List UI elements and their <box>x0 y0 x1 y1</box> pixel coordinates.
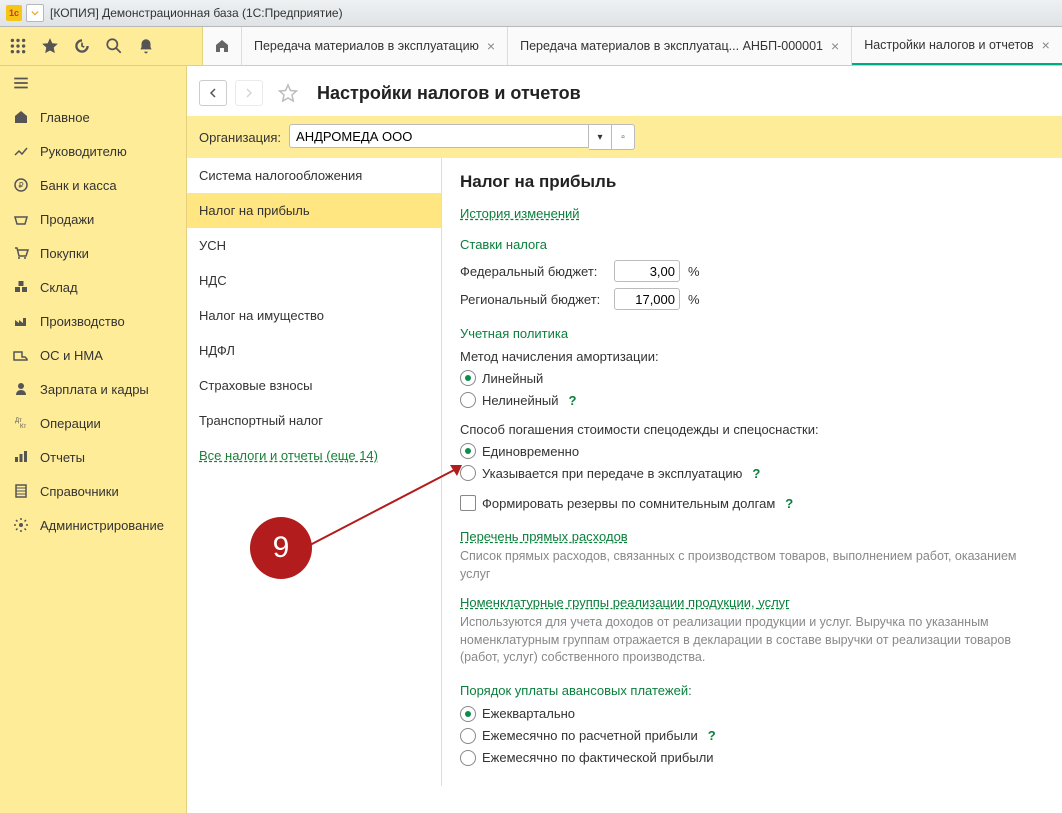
bell-icon[interactable] <box>136 36 156 56</box>
sidebar-item-reference[interactable]: Справочники <box>0 474 186 508</box>
percent-sign: % <box>688 264 700 279</box>
spec-label: Способ погашения стоимости спецодежды и … <box>460 422 1044 437</box>
apps-grid-icon[interactable] <box>8 36 28 56</box>
policy-section-title: Учетная политика <box>460 326 1044 341</box>
annotation-arrow <box>300 460 470 555</box>
sidebar-item-main[interactable]: Главное <box>0 100 186 134</box>
sidebar-item-salary[interactable]: Зарплата и кадры <box>0 372 186 406</box>
radio-monthly-est[interactable] <box>460 728 476 744</box>
back-button[interactable] <box>199 80 227 106</box>
chart-icon <box>12 142 30 160</box>
window-title: [КОПИЯ] Демонстрационная база (1С:Предпр… <box>50 6 343 20</box>
app-logo-icon: 1c <box>6 5 22 21</box>
burger-icon[interactable] <box>0 66 186 100</box>
nomenclature-link[interactable]: Номенклатурные группы реализации продукц… <box>460 595 790 610</box>
sidebar-item-bank[interactable]: ₽Банк и касса <box>0 168 186 202</box>
forward-button[interactable] <box>235 80 263 106</box>
book-icon <box>12 482 30 500</box>
settings-item-usn[interactable]: УСН <box>187 228 441 263</box>
radio-monthly-act[interactable] <box>460 750 476 766</box>
page-title: Настройки налогов и отчетов <box>317 83 581 104</box>
settings-item-profit-tax[interactable]: Налог на прибыль <box>187 193 441 228</box>
organization-input[interactable] <box>289 124 589 148</box>
open-button[interactable]: ▫ <box>612 124 635 150</box>
content-area: Настройки налогов и отчетов Организация:… <box>187 66 1062 813</box>
tab-tax-settings[interactable]: Настройки налогов и отчетов× <box>852 27 1062 65</box>
svg-text:₽: ₽ <box>18 181 23 190</box>
panel-title: Налог на прибыль <box>460 172 1044 192</box>
sidebar-item-purchases[interactable]: Покупки <box>0 236 186 270</box>
favorite-icon[interactable] <box>277 82 299 104</box>
settings-item-property-tax[interactable]: Налог на имущество <box>187 298 441 333</box>
history-link[interactable]: История изменений <box>460 206 580 221</box>
main-toolbar: Передача материалов в эксплуатацию× Пере… <box>0 27 1062 66</box>
sidebar-item-warehouse[interactable]: Склад <box>0 270 186 304</box>
cart-icon <box>12 244 30 262</box>
federal-input[interactable] <box>614 260 680 282</box>
tab-materials-transfer-doc[interactable]: Передача материалов в эксплуатац... АНБП… <box>508 27 852 65</box>
ops-icon: ДтКт <box>12 414 30 432</box>
search-icon[interactable] <box>104 36 124 56</box>
nomenclature-desc: Используются для учета доходов от реализ… <box>460 614 1044 667</box>
svg-text:Кт: Кт <box>20 424 26 430</box>
sidebar-item-assets[interactable]: ОС и НМА <box>0 338 186 372</box>
regional-label: Региональный бюджет: <box>460 292 606 307</box>
organization-label: Организация: <box>199 130 281 145</box>
help-icon[interactable]: ? <box>752 466 760 481</box>
direct-expenses-link[interactable]: Перечень прямых расходов <box>460 529 628 544</box>
toolbar-icons <box>0 27 203 65</box>
gear-icon <box>12 516 30 534</box>
close-icon[interactable]: × <box>487 38 495 54</box>
radio-once[interactable] <box>460 443 476 459</box>
basket-icon <box>12 210 30 228</box>
page-header: Настройки налогов и отчетов <box>187 66 1062 116</box>
person-icon <box>12 380 30 398</box>
radio-quarterly[interactable] <box>460 706 476 722</box>
settings-item-vat[interactable]: НДС <box>187 263 441 298</box>
sidebar-item-manager[interactable]: Руководителю <box>0 134 186 168</box>
open-tabs: Передача материалов в эксплуатацию× Пере… <box>242 27 1062 65</box>
organization-bar: Организация: ▾ ▫ <box>187 116 1062 158</box>
settings-panel: Налог на прибыль История изменений Ставк… <box>442 158 1062 786</box>
window-titlebar: 1c [КОПИЯ] Демонстрационная база (1С:Пре… <box>0 0 1062 27</box>
help-icon[interactable]: ? <box>569 393 577 408</box>
home-tab[interactable] <box>203 27 242 65</box>
sidebar-item-operations[interactable]: ДтКтОперации <box>0 406 186 440</box>
help-icon[interactable]: ? <box>785 496 793 511</box>
tab-materials-transfer[interactable]: Передача материалов в эксплуатацию× <box>242 27 508 65</box>
sidebar-item-reports[interactable]: Отчеты <box>0 440 186 474</box>
settings-item-tax-system[interactable]: Система налогообложения <box>187 158 441 193</box>
settings-item-insurance[interactable]: Страховые взносы <box>187 368 441 403</box>
federal-label: Федеральный бюджет: <box>460 264 606 279</box>
close-icon[interactable]: × <box>1042 37 1050 53</box>
home-icon <box>12 108 30 126</box>
dropdown-button[interactable]: ▾ <box>589 124 612 150</box>
help-icon[interactable]: ? <box>708 728 716 743</box>
ruble-icon: ₽ <box>12 176 30 194</box>
history-icon[interactable] <box>72 36 92 56</box>
annotation-badge: 9 <box>250 517 312 579</box>
sidebar-item-sales[interactable]: Продажи <box>0 202 186 236</box>
percent-sign: % <box>688 292 700 307</box>
main-sidebar: Главное Руководителю ₽Банк и касса Прода… <box>0 66 187 813</box>
rates-section-title: Ставки налога <box>460 237 1044 252</box>
regional-input[interactable] <box>614 288 680 310</box>
titlebar-dropdown[interactable] <box>26 4 44 22</box>
sidebar-item-admin[interactable]: Администрирование <box>0 508 186 542</box>
amort-label: Метод начисления амортизации: <box>460 349 1044 364</box>
settings-item-ndfl[interactable]: НДФЛ <box>187 333 441 368</box>
sidebar-item-production[interactable]: Производство <box>0 304 186 338</box>
boxes-icon <box>12 278 30 296</box>
star-icon[interactable] <box>40 36 60 56</box>
advance-section-title: Порядок уплаты авансовых платежей: <box>460 683 1044 698</box>
factory-icon <box>12 312 30 330</box>
close-icon[interactable]: × <box>831 38 839 54</box>
settings-item-transport-tax[interactable]: Транспортный налог <box>187 403 441 438</box>
radio-nonlinear[interactable] <box>460 392 476 408</box>
truck-icon <box>12 346 30 364</box>
radio-linear[interactable] <box>460 370 476 386</box>
bars-icon <box>12 448 30 466</box>
direct-expenses-desc: Список прямых расходов, связанных с прои… <box>460 548 1044 583</box>
